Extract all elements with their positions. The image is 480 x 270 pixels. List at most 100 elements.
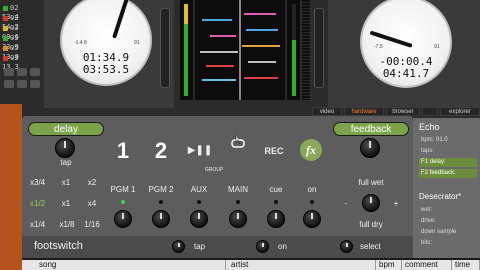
echo-title: Echo bbox=[419, 122, 440, 132]
cue-knob[interactable] bbox=[267, 210, 285, 228]
plus-label[interactable]: + bbox=[392, 199, 400, 208]
cue-icon[interactable] bbox=[17, 80, 27, 88]
beat-x1-2[interactable]: x1/2 bbox=[30, 199, 52, 208]
column-time[interactable]: time bbox=[452, 260, 480, 270]
main-knob[interactable] bbox=[229, 210, 247, 228]
loop-icon[interactable] bbox=[17, 68, 27, 76]
rewind-icon[interactable] bbox=[4, 68, 14, 76]
delay-knob[interactable] bbox=[55, 138, 75, 158]
echo-bpm[interactable]: bpm: 91.0 bbox=[419, 136, 477, 145]
deck-left-pitch: -1.4 8 bbox=[74, 40, 87, 46]
tap-label: tap bbox=[60, 158, 72, 167]
footswitch-on-label: on bbox=[278, 242, 287, 251]
deck-left-transport bbox=[2, 66, 42, 102]
on-led bbox=[310, 200, 314, 204]
main-led bbox=[236, 200, 240, 204]
footswitch-tap-label: tap bbox=[194, 242, 206, 251]
on-label[interactable]: on bbox=[298, 185, 326, 194]
group-label: GROUP bbox=[204, 167, 224, 173]
column-bpm[interactable]: bpm bbox=[376, 260, 402, 270]
footswitch-title: footswitch bbox=[34, 240, 83, 252]
feedback-button[interactable]: feedback bbox=[333, 122, 409, 136]
beat-x4[interactable]: x4 bbox=[84, 199, 100, 208]
wet-dry-knob[interactable] bbox=[362, 194, 380, 212]
cue-item[interactable]: 02 54.2 bbox=[2, 14, 38, 31]
feedback-knob[interactable] bbox=[360, 138, 380, 158]
footswitch-bar: footswitch tap on select bbox=[22, 236, 413, 258]
beat-x1-4[interactable]: x1/4 bbox=[30, 220, 52, 229]
cue-item[interactable]: 05 13.0 bbox=[2, 44, 38, 61]
loop-cursor-icon[interactable] bbox=[230, 134, 246, 150]
beat-x1-a[interactable]: x1 bbox=[58, 178, 74, 187]
beat-x1-8[interactable]: x1/8 bbox=[55, 220, 79, 229]
tab-video[interactable]: video bbox=[312, 107, 342, 116]
deck-left-pitch-slider[interactable] bbox=[160, 8, 170, 88]
main-label[interactable]: MAIN bbox=[222, 185, 254, 194]
full-wet-label: full wet bbox=[358, 178, 384, 187]
aux-label[interactable]: AUX bbox=[184, 185, 214, 194]
echo-taps[interactable]: taps: bbox=[419, 147, 477, 156]
beat-x2[interactable]: x2 bbox=[84, 178, 100, 187]
aux-knob[interactable] bbox=[190, 210, 208, 228]
column-song[interactable]: song bbox=[36, 260, 226, 270]
deck-right-bpm: 91 bbox=[434, 44, 440, 50]
cue-led bbox=[274, 200, 278, 204]
echo-delay[interactable]: F1 delay: bbox=[419, 158, 477, 167]
desecrator-title: Desecrator* bbox=[419, 192, 462, 201]
deck-right-pitch: -7.5 bbox=[374, 44, 383, 50]
cue-item[interactable]: 03 23.9 bbox=[2, 34, 38, 51]
aux-led bbox=[197, 200, 201, 204]
footswitch-tap-knob[interactable] bbox=[172, 240, 185, 253]
full-dry-label: full dry bbox=[359, 220, 383, 229]
left-vu bbox=[184, 4, 188, 96]
delay-button[interactable]: delay bbox=[28, 122, 104, 136]
column-comment[interactable]: comment bbox=[402, 260, 452, 270]
column-artist[interactable]: artist bbox=[228, 260, 376, 270]
deck-right-platter[interactable]: -7.5 91 -00:00.4 04:41.7 bbox=[360, 0, 452, 88]
beat-1-16[interactable]: 1/16 bbox=[81, 220, 103, 229]
pgm1-knob[interactable] bbox=[114, 210, 132, 228]
cue-color bbox=[3, 35, 8, 41]
tab-hardware[interactable]: hardware bbox=[344, 107, 384, 116]
pgm2-label[interactable]: PGM 2 bbox=[144, 185, 178, 194]
cue-item[interactable]: 02 53.4 bbox=[2, 4, 38, 21]
play-icon[interactable] bbox=[30, 80, 40, 88]
cue-color bbox=[3, 25, 8, 31]
forward-icon[interactable] bbox=[30, 68, 40, 76]
cue-item[interactable]: 03 13.3 bbox=[2, 54, 38, 71]
minus-label[interactable]: - bbox=[342, 199, 350, 208]
cue-color bbox=[3, 15, 8, 21]
tab-blank[interactable] bbox=[422, 107, 438, 116]
cue-label[interactable]: cue bbox=[262, 185, 290, 194]
cue-item[interactable]: 03 09.6 bbox=[2, 24, 38, 41]
cue-color bbox=[3, 55, 8, 61]
desecrator-drive[interactable]: drive: bbox=[419, 217, 477, 226]
pgm1-label[interactable]: PGM 1 bbox=[106, 185, 140, 194]
footswitch-select-knob[interactable] bbox=[340, 240, 353, 253]
deck-1-button[interactable]: 1 bbox=[112, 138, 134, 164]
footswitch-on-knob[interactable] bbox=[256, 240, 269, 253]
pgm2-knob[interactable] bbox=[152, 210, 170, 228]
tab-browser[interactable]: browser bbox=[386, 107, 420, 116]
cue-list: 02 53.4 02 54.2 03 09.6 03 23.9 05 13.0 … bbox=[2, 4, 40, 71]
beat-x3-4[interactable]: x3/4 bbox=[30, 178, 52, 187]
rec-button[interactable]: REC bbox=[262, 146, 286, 156]
waveform-graphic bbox=[180, 0, 300, 100]
left-sidebar-strip bbox=[0, 104, 22, 270]
sync-icon[interactable] bbox=[4, 80, 14, 88]
deck-left-needle bbox=[112, 0, 130, 39]
deck-left-platter[interactable]: -1.4 8 91 01:34.9 03:53.5 bbox=[60, 0, 152, 86]
play-pause-button[interactable]: ▶❚❚ bbox=[186, 145, 214, 156]
cue-color bbox=[3, 5, 8, 11]
tab-explorer[interactable]: explorer bbox=[440, 107, 480, 116]
on-knob[interactable] bbox=[303, 210, 321, 228]
deck-right-pitch-slider[interactable] bbox=[314, 8, 324, 88]
fx-button[interactable]: fx bbox=[300, 139, 322, 161]
desecrator-bits[interactable]: bits: bbox=[419, 239, 477, 248]
desecrator-downsample[interactable]: down sample bbox=[419, 228, 477, 237]
desecrator-wet[interactable]: wet: bbox=[419, 206, 477, 215]
beat-x1-b[interactable]: x1 bbox=[58, 199, 74, 208]
echo-feedback[interactable]: F2 feedback: bbox=[419, 169, 477, 178]
pgm2-led bbox=[159, 200, 163, 204]
deck-2-button[interactable]: 2 bbox=[150, 138, 172, 164]
